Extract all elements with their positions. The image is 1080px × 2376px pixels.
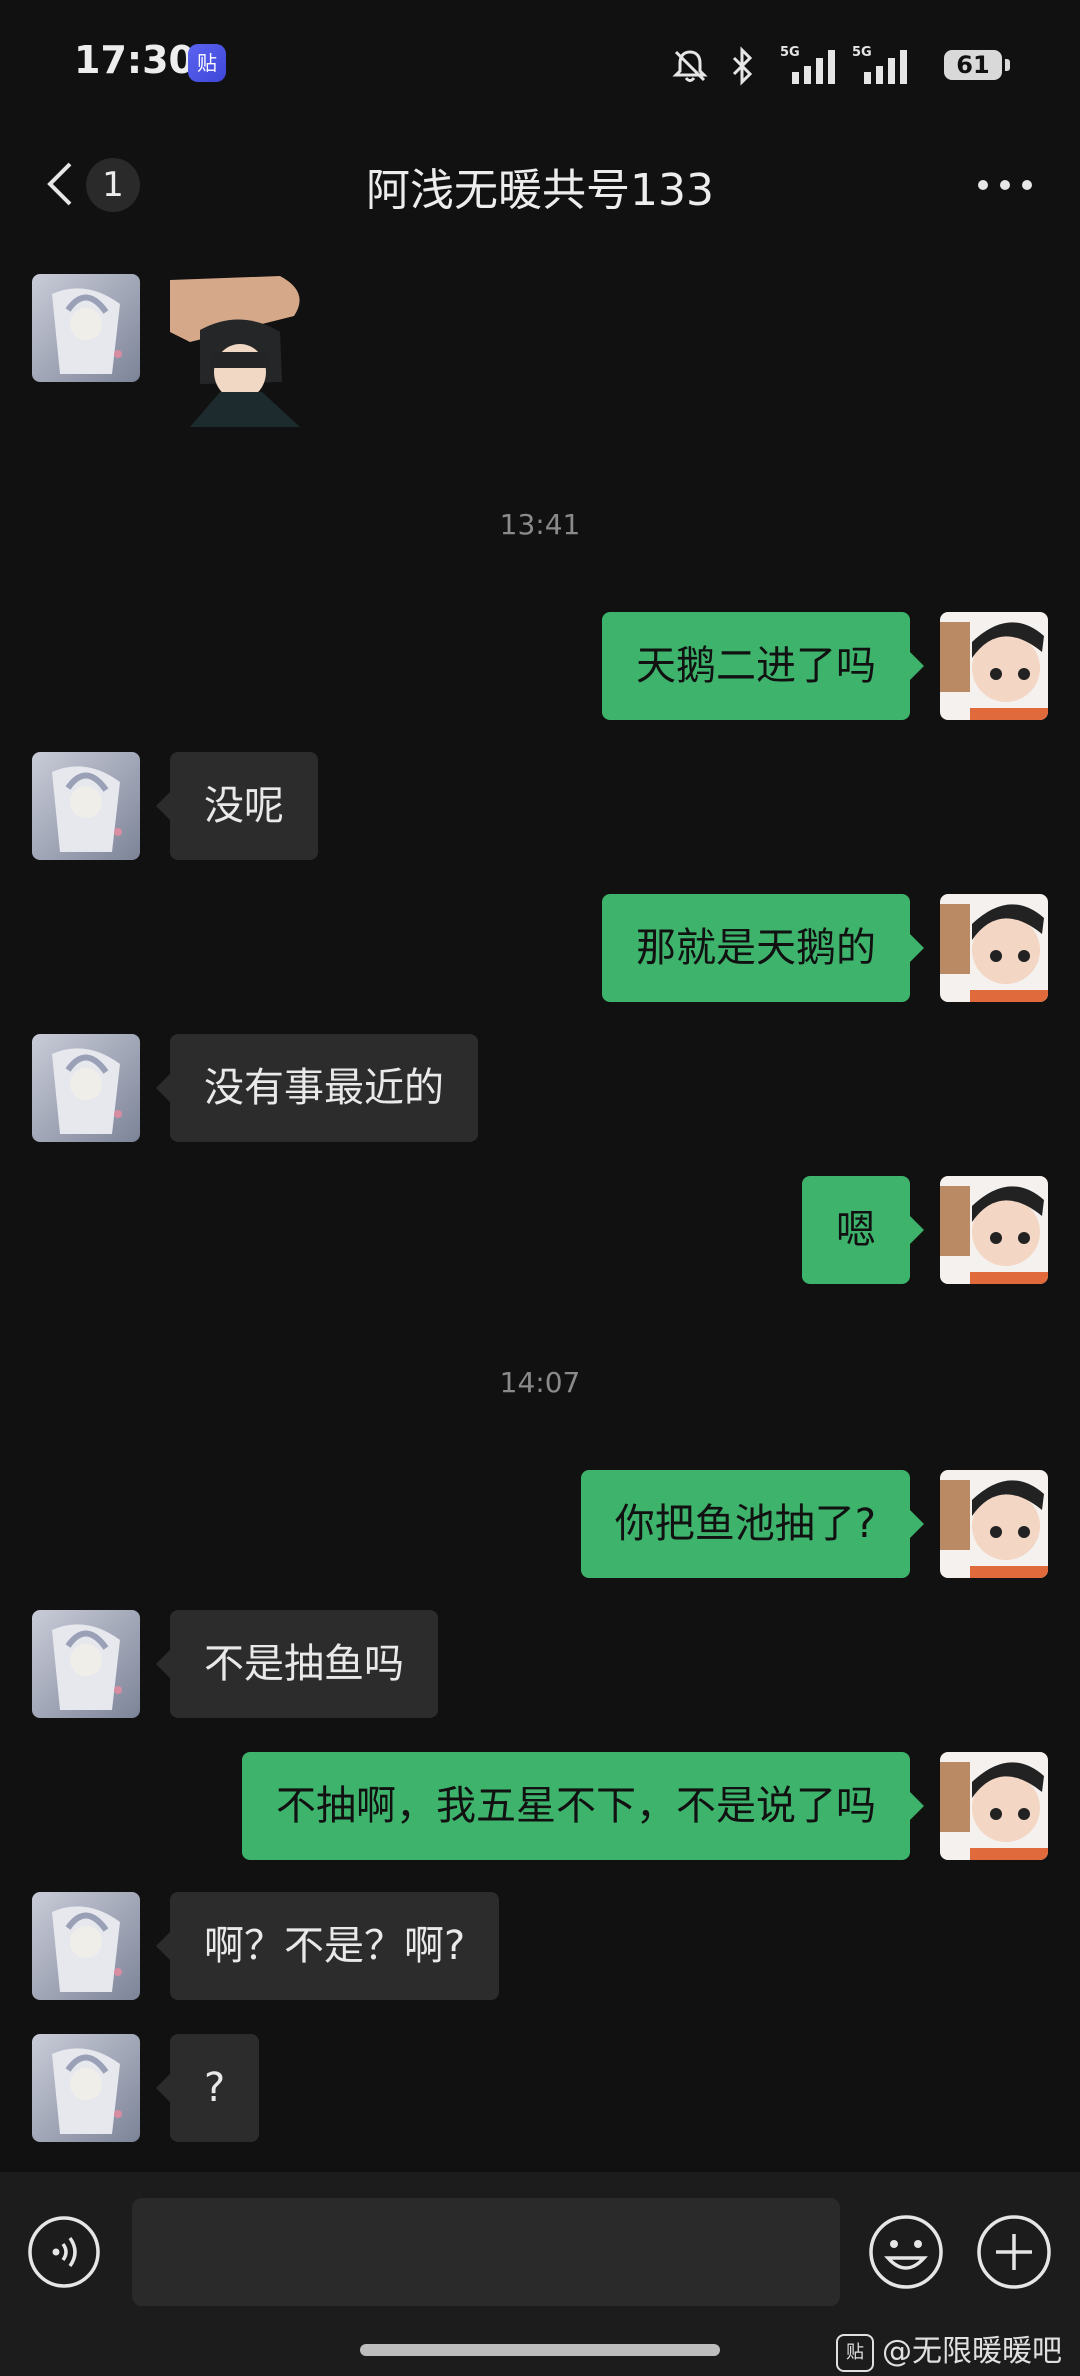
incoming-message-bubble[interactable]: 没有事最近的 <box>156 1034 478 1142</box>
contact-avatar[interactable] <box>32 2034 140 2142</box>
outgoing-message-bubble[interactable]: 嗯 <box>802 1176 924 1284</box>
battery-indicator: 61 <box>944 50 1010 80</box>
my-avatar[interactable] <box>940 1752 1048 1860</box>
chat-title: 阿浅无暖共号133 <box>366 165 714 216</box>
emoji-icon[interactable] <box>866 2212 946 2292</box>
my-avatar[interactable] <box>940 1470 1048 1578</box>
incoming-message-bubble[interactable]: 不是抽鱼吗 <box>156 1610 438 1718</box>
status-time: 17:30 <box>74 38 195 82</box>
incoming-message-bubble[interactable]: 啊？不是？啊? <box>155 1892 500 2000</box>
signal-icon-2: 5G <box>852 45 907 84</box>
my-avatar[interactable] <box>940 1176 1048 1284</box>
contact-avatar[interactable] <box>32 1034 140 1142</box>
voice-icon[interactable] <box>26 2214 102 2290</box>
bluetooth-icon <box>732 46 753 86</box>
status-icons: 5G 5G 61 <box>640 30 1080 100</box>
signal-icon: 5G <box>780 45 835 84</box>
home-indicator[interactable] <box>360 2344 720 2356</box>
outgoing-message-bubble[interactable]: 天鹅二进了吗 <box>602 612 924 720</box>
chat-header: 1 阿浅无暖共号133 <box>0 130 1080 240</box>
outgoing-message-bubble[interactable]: 你把鱼池抽了? <box>580 1470 925 1578</box>
watermark: 贴 @无限暖暖吧 <box>836 2326 1062 2372</box>
message-timestamp: 13:41 <box>499 508 581 541</box>
contact-avatar[interactable] <box>32 1610 140 1718</box>
svg-text:5G: 5G <box>852 45 872 60</box>
contact-avatar[interactable] <box>32 274 140 382</box>
tieba-app-icon: 贴 <box>188 44 226 82</box>
my-avatar[interactable] <box>940 612 1048 720</box>
more-icon[interactable] <box>970 160 1040 210</box>
incoming-message-bubble[interactable]: 没呢 <box>156 752 318 860</box>
message-timestamp: 14:07 <box>499 1366 581 1399</box>
watermark-text: @无限暖暖吧 <box>882 2334 1062 2369</box>
svg-text:5G: 5G <box>780 45 800 60</box>
outgoing-message-bubble[interactable]: 那就是天鹅的 <box>602 894 924 1002</box>
contact-avatar[interactable] <box>32 752 140 860</box>
my-avatar[interactable] <box>940 894 1048 1002</box>
sticker-image[interactable] <box>170 272 316 427</box>
contact-avatar[interactable] <box>32 1892 140 2000</box>
message-text-input[interactable] <box>132 2198 840 2306</box>
plus-icon[interactable] <box>974 2212 1054 2292</box>
outgoing-message-bubble[interactable]: 不抽啊，我五星不下，不是说了吗 <box>242 1752 924 1860</box>
status-bar: 17:30 贴 5G 5G 61 <box>0 0 1080 130</box>
incoming-message-bubble[interactable]: ? <box>155 2034 260 2142</box>
mute-icon <box>672 50 708 82</box>
tieba-watermark-icon: 贴 <box>836 2333 874 2372</box>
